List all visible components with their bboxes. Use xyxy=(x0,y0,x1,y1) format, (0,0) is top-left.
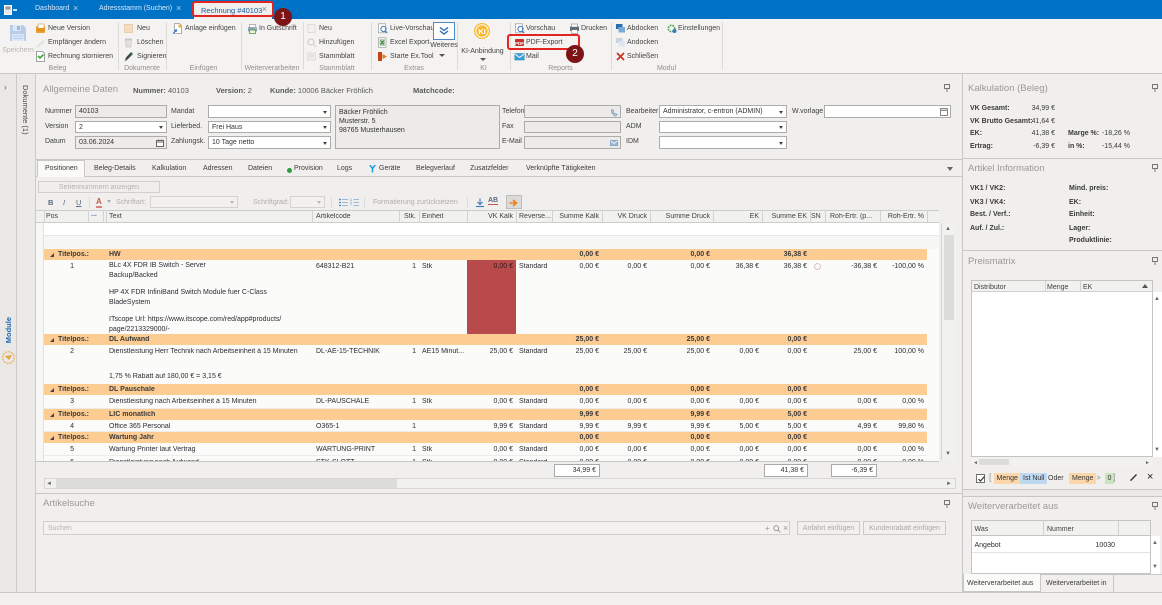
svg-text:2: 2 xyxy=(350,202,352,206)
svg-text:KI: KI xyxy=(478,27,486,36)
